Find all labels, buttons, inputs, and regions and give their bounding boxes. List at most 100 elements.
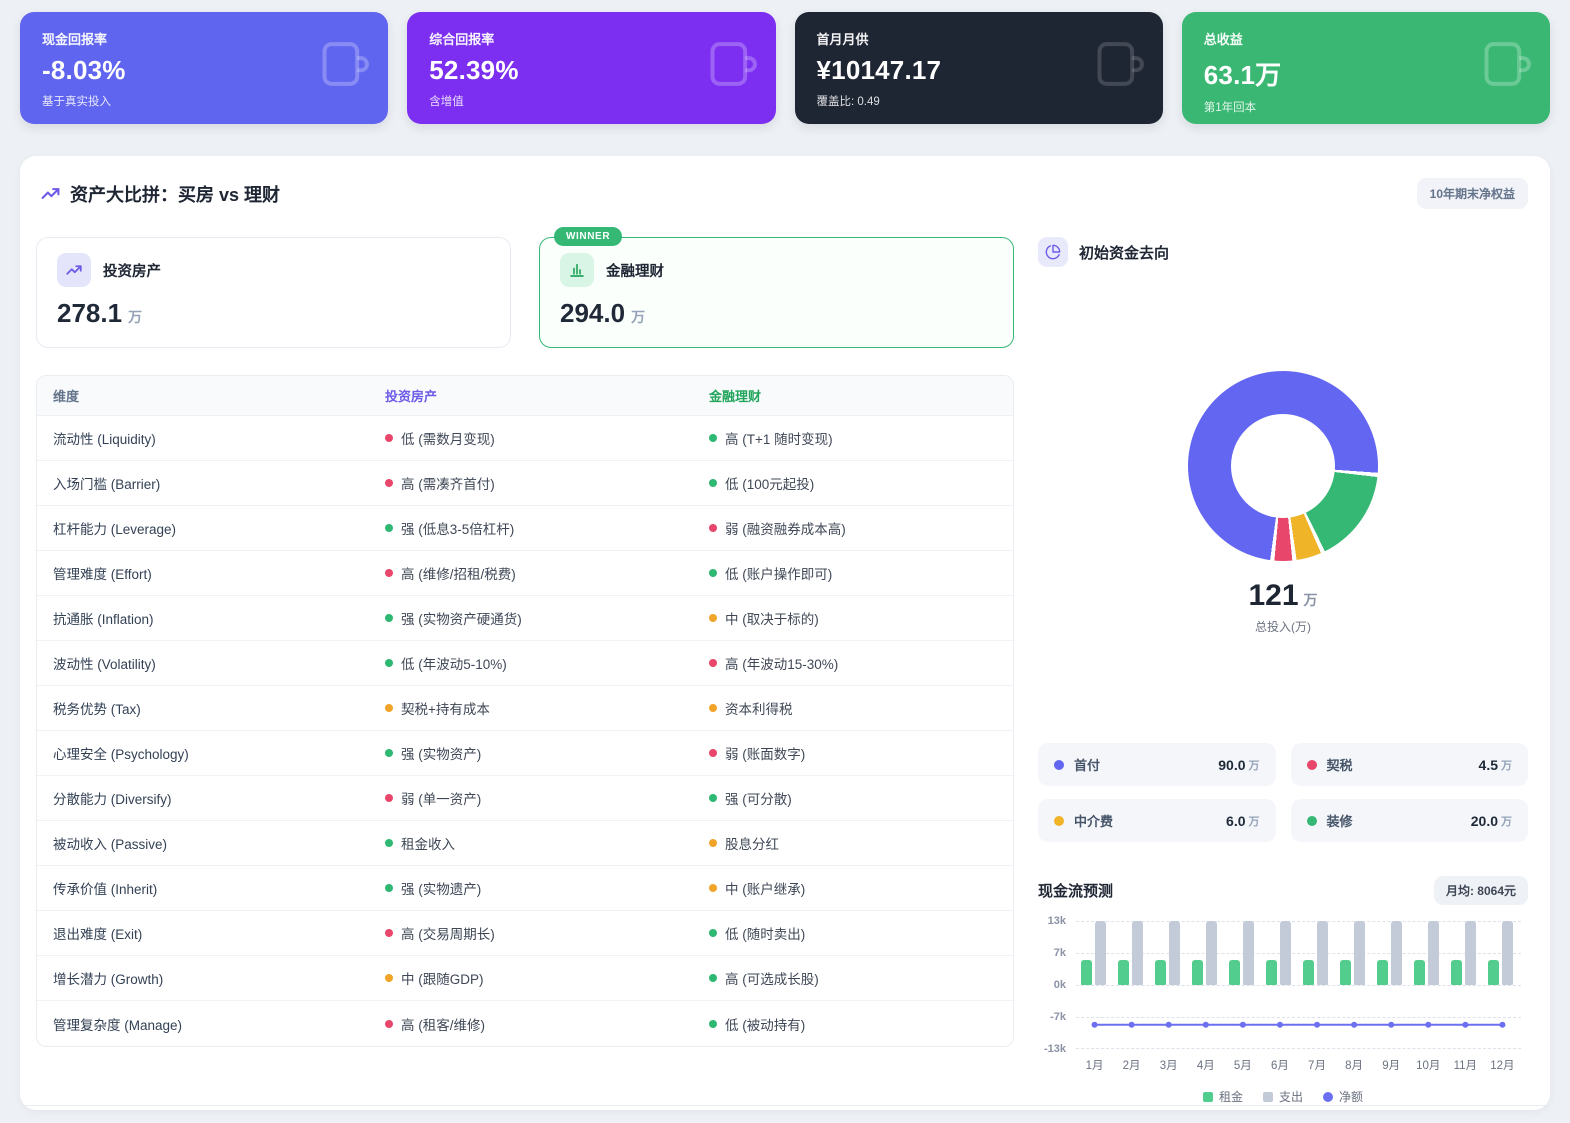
status-dot: [385, 659, 393, 667]
house-result-card: 投资房产 278.1 万: [36, 237, 511, 348]
status-dot: [385, 1019, 393, 1028]
table-row: 管理难度 (Effort) 高 (维修/招租/税费) 低 (账户操作即可): [37, 551, 1013, 596]
status-dot: [709, 569, 717, 577]
table-row: 杠杆能力 (Leverage) 强 (低息3-5倍杠杆) 弱 (融资融券成本高): [37, 506, 1013, 551]
stat-sublabel: 基于真实投入: [42, 96, 111, 108]
total-invested-unit: 万: [1303, 592, 1318, 608]
status-dot: [385, 569, 393, 577]
legend-toggle-net[interactable]: 净额: [1323, 1088, 1363, 1105]
finance-cell: 中 (账户继承): [725, 882, 806, 897]
finance-cell: 低 (随时卖出): [725, 927, 806, 942]
status-dot: [385, 434, 393, 442]
legend-label: 契税: [1326, 758, 1353, 773]
house-cell: 低 (年波动5-10%): [401, 657, 507, 672]
house-cell: 弱 (单一资产): [401, 792, 482, 807]
finance-cell: 低 (账户操作即可): [725, 567, 833, 582]
legend-toggle-rent[interactable]: 租金: [1202, 1088, 1243, 1105]
dimension-label: 税务优势 (Tax): [53, 702, 141, 717]
stat-card-row: 现金回报率 -8.03% 基于真实投入 综合回报率 52.39% 含增值 首月月…: [20, 12, 1550, 124]
comparison-panel: 资产大比拼：买房 vs 理财 10年期末净权益 投资房产 278.1 万 WIN…: [20, 156, 1550, 1110]
table-row: 退出难度 (Exit) 高 (交易周期长) 低 (随时卖出): [37, 911, 1013, 956]
table-row: 被动收入 (Passive) 租金收入 股息分红: [37, 821, 1013, 866]
table-row: 流动性 (Liquidity) 低 (需数月变现) 高 (T+1 随时变现): [37, 416, 1013, 461]
house-cell: 契税+持有成本: [401, 702, 490, 717]
finance-cell: 弱 (融资融券成本高): [725, 522, 846, 537]
y-axis: 13k 7k 0k -7k -13k: [1043, 915, 1066, 1055]
status-dot: [385, 794, 393, 802]
stat-sublabel: 覆盖比: 0.49: [816, 96, 880, 108]
house-cell: 低 (需数月变现): [401, 432, 495, 447]
legend-toggle-expense[interactable]: 支出: [1262, 1088, 1303, 1105]
trending-up-icon: [66, 265, 82, 275]
donut-center-text: 121 万 总投入(万): [1248, 579, 1317, 635]
legend-swatch: [1262, 1091, 1273, 1102]
wallet-icon: [1097, 42, 1144, 86]
allocation-header: 初始资金去向: [1038, 237, 1528, 267]
legend-label: 首付: [1074, 758, 1101, 773]
legend-unit: 万: [1248, 815, 1260, 828]
table-row: 分散能力 (Diversify) 弱 (单一资产) 强 (可分散): [37, 776, 1013, 821]
legend-unit: 万: [1501, 815, 1512, 828]
dimension-label: 入场门槛 (Barrier): [53, 477, 161, 492]
table-header: 维度 投资房产 金融理财: [37, 376, 1013, 416]
status-dot: [709, 704, 717, 712]
stat-sublabel: 含增值: [429, 96, 464, 108]
dimension-label: 流动性 (Liquidity): [53, 432, 156, 447]
status-dot: [385, 524, 393, 532]
house-card-label: 投资房产: [103, 263, 161, 280]
finance-cell: 高 (T+1 随时变现): [725, 432, 833, 447]
stat-sublabel: 第1年回本: [1203, 102, 1257, 114]
status-dot: [709, 929, 717, 937]
bar-chart-icon: [570, 263, 584, 277]
finance-unit: 万: [631, 309, 646, 325]
dimension-label: 管理复杂度 (Manage): [53, 1017, 183, 1033]
status-dot: [385, 749, 393, 757]
legend-unit: 万: [1248, 759, 1260, 772]
cashflow-title: 现金流预测: [1038, 883, 1114, 900]
table-row: 波动性 (Volatility) 低 (年波动5-10%) 高 (年波动15-3…: [37, 641, 1013, 686]
status-dot: [385, 479, 393, 487]
status-dot: [709, 974, 717, 982]
table-row: 税务优势 (Tax) 契税+持有成本 资本利得税: [37, 686, 1013, 731]
monthly-average-badge: 月均: 8064元: [1433, 876, 1528, 905]
allocation-title: 初始资金去向: [1079, 244, 1170, 262]
legend-item-agency-fee: 中介费 6.0 万: [1038, 799, 1276, 842]
dimension-label: 传承价值 (Inherit): [53, 882, 158, 897]
house-value: 278.1: [57, 298, 123, 328]
col-header-house: 投资房产: [385, 389, 438, 404]
status-dot: [709, 1019, 717, 1028]
legend-swatch: [1323, 1091, 1333, 1102]
table-row: 管理复杂度 (Manage) 高 (租客/维修) 低 (被动持有): [37, 1001, 1013, 1046]
finance-result-card: WINNER 金融理财 294.0 万: [539, 227, 1014, 348]
dimension-label: 波动性 (Volatility): [53, 657, 156, 672]
status-dot: [709, 839, 717, 847]
house-cell: 高 (需凑齐首付): [401, 477, 495, 492]
finance-cell: 弱 (账面数字): [725, 747, 806, 762]
winner-badge: WINNER: [554, 227, 623, 246]
allocation-legend: 首付 90.0 万 契税 4.5 万 中介费 6.0 万 装修 20.0 万: [1038, 743, 1528, 842]
legend-item-deed-tax: 契税 4.5 万: [1290, 743, 1528, 786]
horizon-badge: 10年期末净权益: [1416, 178, 1528, 209]
status-dot: [385, 974, 393, 982]
status-dot: [709, 794, 717, 802]
legend-label: 租金: [1218, 1090, 1243, 1104]
table-row: 抗通胀 (Inflation) 强 (实物资产硬通货) 中 (取决于标的): [37, 596, 1013, 641]
comparison-table: 维度 投资房产 金融理财 流动性 (Liquidity) 低 (需数月变现) 高…: [36, 375, 1014, 1047]
stat-card-monthly-payment: 首月月供 ¥10147.17 覆盖比: 0.49: [794, 12, 1163, 124]
col-header-dimension: 维度: [53, 389, 80, 404]
pie-icon-box: [1038, 237, 1068, 267]
status-dot: [709, 434, 717, 442]
finance-cell: 强 (可分散): [725, 792, 792, 807]
table-row: 入场门槛 (Barrier) 高 (需凑齐首付) 低 (100元起投): [37, 461, 1013, 506]
panel-title-row: 资产大比拼：买房 vs 理财: [40, 181, 280, 207]
trending-up-icon: [41, 188, 60, 199]
stat-card-cash-return: 现金回报率 -8.03% 基于真实投入: [20, 12, 389, 124]
wallet-icon: [322, 42, 370, 86]
table-row: 心理安全 (Psychology) 强 (实物资产) 弱 (账面数字): [37, 731, 1013, 776]
house-cell: 强 (低息3-5倍杠杆): [401, 522, 515, 537]
pie-chart-icon: [1045, 244, 1061, 260]
dimension-label: 杠杆能力 (Leverage): [53, 522, 177, 537]
finance-cell: 低 (100元起投): [725, 477, 815, 492]
status-dot: [709, 479, 717, 487]
finance-cell: 资本利得税: [725, 702, 793, 717]
